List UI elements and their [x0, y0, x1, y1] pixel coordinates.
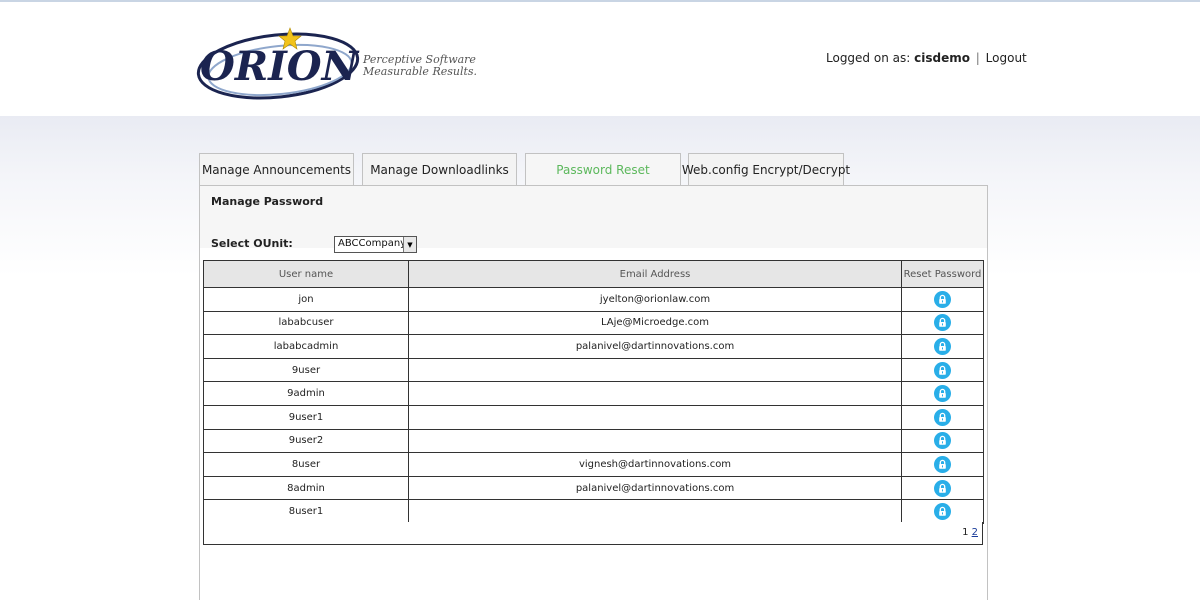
- page-link-2[interactable]: 2: [972, 527, 978, 538]
- email-cell: vignesh@dartinnovations.com: [408, 452, 902, 477]
- reset-password-button[interactable]: [934, 408, 951, 426]
- username-cell: 9user2: [203, 428, 409, 454]
- table-row: lababcuser LAje@Microedge.com: [203, 310, 984, 336]
- logo-tagline-2: Measurable Results.: [362, 65, 476, 78]
- tab-manage-downloadlinks[interactable]: Manage Downloadlinks: [362, 153, 517, 186]
- reset-password-button[interactable]: [934, 503, 951, 521]
- logout-link[interactable]: Logout: [986, 51, 1027, 65]
- table-row: lababcadmin palanivel@dartinnovations.com: [203, 334, 984, 359]
- email-cell: LAje@Microedge.com: [408, 310, 902, 336]
- login-info: Logged on as: cisdemo | Logout: [826, 51, 1027, 65]
- reset-password-cell: [901, 381, 984, 406]
- reset-password-cell: [901, 287, 984, 312]
- table-row: 8admin palanivel@dartinnovations.com: [203, 475, 984, 501]
- lock-icon: [939, 294, 946, 304]
- email-cell: [408, 381, 902, 406]
- login-separator: |: [975, 51, 980, 65]
- ounit-select[interactable]: ABCCompany ▼: [334, 236, 417, 253]
- reset-password-button[interactable]: [934, 361, 951, 379]
- page-current: 1: [962, 527, 969, 538]
- tab-manage-announcements[interactable]: Manage Announcements: [199, 153, 354, 186]
- users-table: User name Email Address Reset Password j…: [203, 260, 984, 524]
- username-cell: 9user1: [203, 404, 409, 430]
- email-cell: palanivel@dartinnovations.com: [408, 475, 902, 501]
- username-cell: 8admin: [203, 475, 409, 501]
- reset-password-cell: [901, 428, 984, 454]
- username-cell: 9user: [203, 357, 409, 383]
- table-row: 8user1: [203, 499, 984, 524]
- reset-password-cell: [901, 475, 984, 501]
- reset-password-cell: [901, 452, 984, 477]
- column-header-email[interactable]: Email Address: [408, 260, 902, 288]
- reset-password-cell: [901, 334, 984, 359]
- lock-icon: [939, 459, 946, 469]
- logo-wordmark: ORION: [200, 43, 360, 90]
- reset-password-cell: [901, 357, 984, 383]
- table-row: 9admin: [203, 381, 984, 406]
- lock-icon: [939, 388, 946, 398]
- username-cell: 9admin: [203, 381, 409, 406]
- column-header-username[interactable]: User name: [203, 260, 409, 288]
- table-row: 9user1: [203, 404, 984, 430]
- lock-icon: [939, 365, 946, 375]
- table-header-row: User name Email Address Reset Password: [203, 260, 984, 288]
- logged-on-label: Logged on as:: [826, 51, 911, 65]
- ounit-label: Select OUnit:: [211, 237, 293, 250]
- lock-icon: [939, 483, 946, 493]
- reset-password-button[interactable]: [934, 385, 951, 403]
- column-header-reset: Reset Password: [901, 260, 984, 288]
- tab-password-reset[interactable]: Password Reset: [525, 153, 681, 186]
- header: ORION Perceptive Software. Measurable Re…: [0, 2, 1200, 116]
- panel-title: Manage Password: [211, 195, 324, 208]
- username-cell: lababcadmin: [203, 334, 409, 359]
- reset-password-cell: [901, 499, 984, 524]
- reset-password-button[interactable]: [934, 290, 951, 308]
- lock-icon: [939, 436, 946, 446]
- username-cell: 8user1: [203, 499, 409, 524]
- email-cell: [408, 357, 902, 383]
- reset-password-button[interactable]: [934, 432, 951, 450]
- email-cell: jyelton@orionlaw.com: [408, 287, 902, 312]
- reset-password-cell: [901, 404, 984, 430]
- current-username: cisdemo: [914, 51, 970, 65]
- username-cell: 8user: [203, 452, 409, 477]
- ounit-selected-value: ABCCompany: [338, 238, 407, 249]
- lock-icon: [939, 506, 946, 516]
- pager: 1 2: [203, 522, 983, 545]
- reset-password-button[interactable]: [934, 337, 951, 355]
- email-cell: [408, 499, 902, 524]
- table-row: 9user: [203, 357, 984, 383]
- lock-icon: [939, 412, 946, 422]
- table-row: 9user2: [203, 428, 984, 454]
- table-row: jon jyelton@orionlaw.com: [203, 287, 984, 312]
- reset-password-button[interactable]: [934, 455, 951, 473]
- email-cell: [408, 428, 902, 454]
- username-cell: lababcuser: [203, 310, 409, 336]
- lock-icon: [939, 341, 946, 351]
- reset-password-button[interactable]: [934, 314, 951, 332]
- lock-icon: [939, 318, 946, 328]
- username-cell: jon: [203, 287, 409, 312]
- dropdown-arrow-icon[interactable]: ▼: [403, 237, 416, 252]
- email-cell: [408, 404, 902, 430]
- email-cell: palanivel@dartinnovations.com: [408, 334, 902, 359]
- tab-webconfig-encrypt-decrypt[interactable]: Web.config Encrypt/Decrypt: [682, 153, 850, 186]
- reset-password-button[interactable]: [934, 479, 951, 497]
- orion-logo[interactable]: ORION Perceptive Software. Measurable Re…: [196, 24, 476, 106]
- reset-password-cell: [901, 310, 984, 336]
- table-row: 8user vignesh@dartinnovations.com: [203, 452, 984, 477]
